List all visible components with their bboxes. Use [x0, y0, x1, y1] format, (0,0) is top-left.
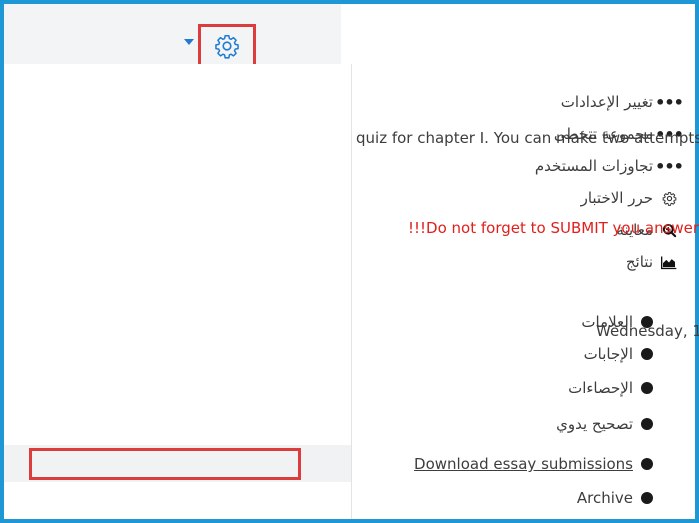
quiz-intro-text: quiz for chapter I. You can make two att…: [356, 129, 699, 147]
caret-down-icon[interactable]: [184, 39, 194, 45]
nav-area: [4, 4, 341, 64]
area-chart-icon: [661, 255, 677, 270]
bullet-icon: [641, 418, 653, 430]
menu-item-edit-settings[interactable]: ••• تغيير الإعدادات: [561, 87, 684, 117]
menu-item-edit-quiz[interactable]: حرر الاختبار: [581, 183, 677, 213]
bullet-icon: [641, 492, 653, 504]
bullet-icon: [641, 458, 653, 470]
highlight-box: [29, 448, 301, 480]
menu-item-archive[interactable]: Archive: [577, 483, 653, 513]
bullet-icon: [641, 382, 653, 394]
bullet-icon: [641, 348, 653, 360]
menu-item-responses[interactable]: الإجابات: [584, 339, 653, 369]
menu-item-statistics[interactable]: الإحصاءات: [568, 373, 653, 403]
menu-item-manual-grading[interactable]: تصحيح يدوي: [556, 409, 653, 439]
more-dots-icon: •••: [655, 92, 684, 112]
menu-item-download-essay-submissions[interactable]: Download essay submissions: [414, 449, 653, 479]
settings-gear-button[interactable]: [198, 24, 256, 68]
gear-icon: [661, 191, 677, 206]
submit-warning-text: !!!Do not forget to SUBMIT you answer: [408, 219, 699, 237]
gear-icon: [215, 34, 239, 59]
menu-item-results[interactable]: نتائج: [626, 247, 677, 277]
date-text: Wednesday, 1: [596, 322, 699, 340]
menu-item-user-overrides[interactable]: ••• تجاوزات المستخدم: [535, 151, 684, 181]
more-dots-icon: •••: [655, 156, 684, 176]
